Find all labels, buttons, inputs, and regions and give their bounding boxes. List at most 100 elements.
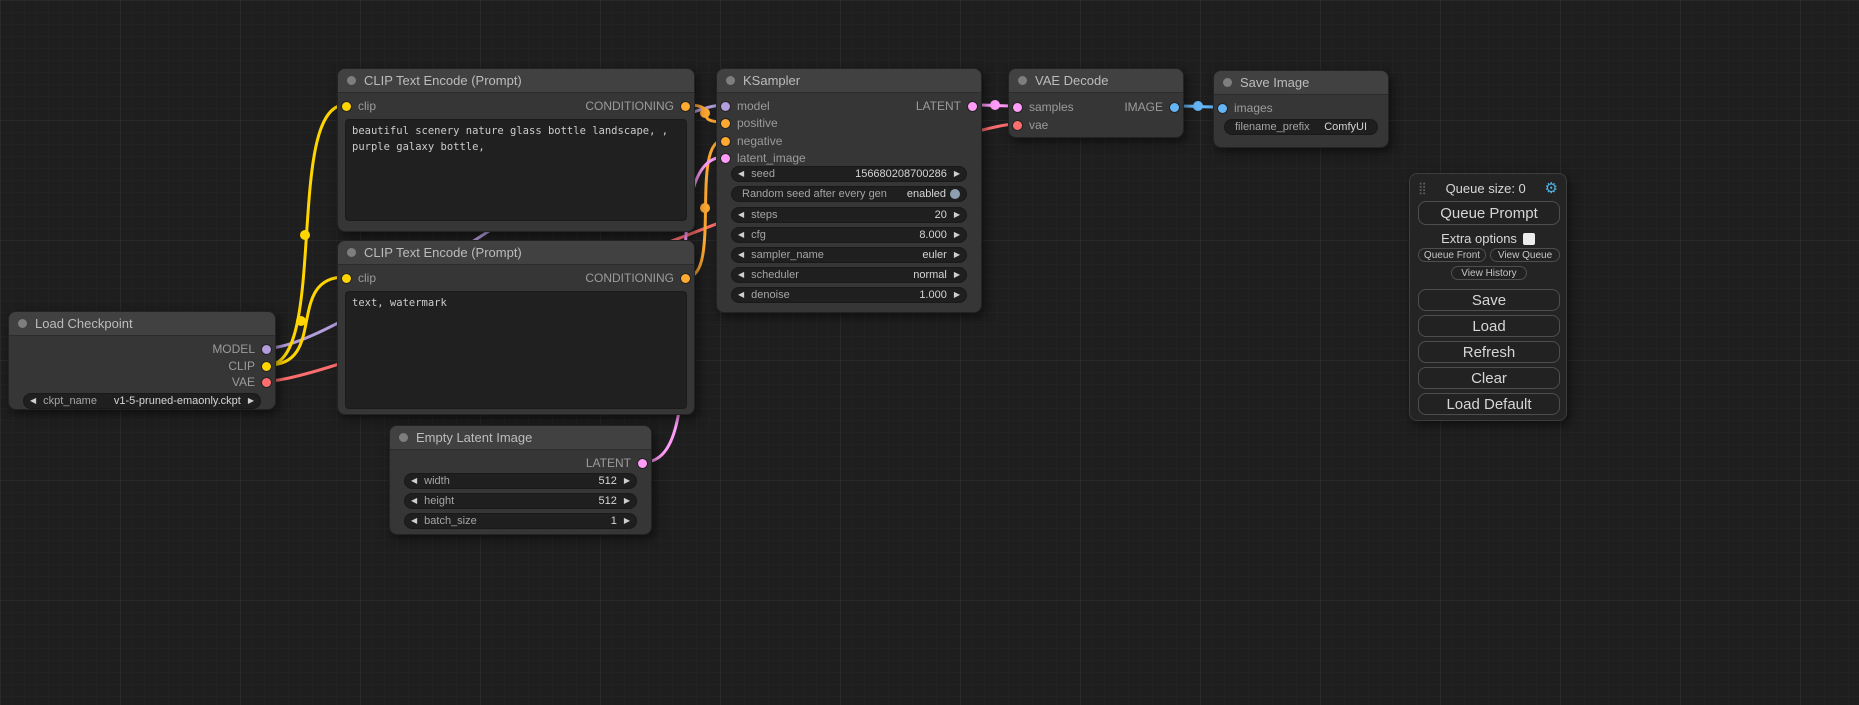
slot-vae-output: VAE (232, 374, 271, 390)
increment-arrow-icon[interactable]: ▶ (954, 231, 960, 239)
node-title-bar[interactable]: CLIP Text Encode (Prompt) (338, 241, 694, 265)
toggle-dot-icon[interactable] (950, 189, 960, 199)
decrement-arrow-icon[interactable]: ◀ (738, 170, 744, 178)
collapse-dot-icon[interactable] (347, 248, 356, 257)
increment-arrow-icon[interactable]: ▶ (954, 291, 960, 299)
port-vae-input[interactable] (1013, 121, 1022, 130)
port-latent-output[interactable] (638, 459, 647, 468)
node-graph-canvas[interactable]: Load Checkpoint MODEL CLIP VAE ◀ ckpt_na… (0, 0, 1859, 705)
widget-width[interactable]: ◀ width 512 ▶ (404, 473, 637, 489)
extra-options-checkbox[interactable] (1523, 233, 1535, 245)
decrement-arrow-icon[interactable]: ◀ (738, 211, 744, 219)
collapse-dot-icon[interactable] (1223, 78, 1232, 87)
port-conditioning-output[interactable] (681, 102, 690, 111)
slot-label: model (737, 99, 770, 113)
widget-seed[interactable]: ◀ seed 156680208700286 ▶ (731, 166, 967, 182)
wire-clip-negative[interactable] (268, 277, 345, 365)
decrement-arrow-icon[interactable]: ◀ (411, 477, 417, 485)
decrement-arrow-icon[interactable]: ◀ (738, 251, 744, 259)
node-save-image[interactable]: Save Image images filename_prefix ComfyU… (1213, 70, 1389, 148)
slot-label: latent_image (737, 151, 806, 165)
node-vae-decode[interactable]: VAE Decode samples vae IMAGE (1008, 68, 1184, 138)
port-clip-output[interactable] (262, 362, 271, 371)
port-clip-input[interactable] (342, 102, 351, 111)
clear-button[interactable]: Clear (1418, 367, 1560, 389)
port-images-input[interactable] (1218, 104, 1227, 113)
node-title-bar[interactable]: CLIP Text Encode (Prompt) (338, 69, 694, 93)
node-title-bar[interactable]: Load Checkpoint (9, 312, 275, 336)
wire-dot-latent-samples (990, 100, 1000, 110)
port-positive-input[interactable] (721, 119, 730, 128)
node-empty-latent-image[interactable]: Empty Latent Image LATENT ◀ width 512 ▶ … (389, 425, 652, 535)
slot-label: negative (737, 134, 782, 148)
refresh-button[interactable]: Refresh (1418, 341, 1560, 363)
decrement-arrow-icon[interactable]: ◀ (738, 231, 744, 239)
widget-filename-prefix[interactable]: filename_prefix ComfyUI (1224, 119, 1378, 135)
decrement-arrow-icon[interactable]: ◀ (738, 291, 744, 299)
queue-panel-header: ⣿ Queue size: 0 ⚙ (1418, 179, 1558, 197)
increment-arrow-icon[interactable]: ▶ (248, 397, 254, 405)
widget-batch-size[interactable]: ◀ batch_size 1 ▶ (404, 513, 637, 529)
port-negative-input[interactable] (721, 137, 730, 146)
decrement-arrow-icon[interactable]: ◀ (30, 397, 36, 405)
increment-arrow-icon[interactable]: ▶ (624, 477, 630, 485)
load-default-button[interactable]: Load Default (1418, 393, 1560, 415)
decrement-arrow-icon[interactable]: ◀ (411, 497, 417, 505)
slot-label: vae (1029, 118, 1048, 132)
collapse-dot-icon[interactable] (726, 76, 735, 85)
decrement-arrow-icon[interactable]: ◀ (738, 271, 744, 279)
view-queue-button[interactable]: View Queue (1490, 248, 1560, 262)
increment-arrow-icon[interactable]: ▶ (624, 517, 630, 525)
node-clip-text-encode-positive[interactable]: CLIP Text Encode (Prompt) clip CONDITION… (337, 68, 695, 232)
widget-ckpt-name[interactable]: ◀ ckpt_name v1-5-pruned-emaonly.ckpt ▶ (23, 393, 261, 409)
node-title-bar[interactable]: Save Image (1214, 71, 1388, 95)
save-button[interactable]: Save (1418, 289, 1560, 311)
settings-gear-icon[interactable]: ⚙ (1545, 181, 1558, 196)
port-latent-output[interactable] (968, 102, 977, 111)
node-title-bar[interactable]: KSampler (717, 69, 981, 93)
port-samples-input[interactable] (1013, 103, 1022, 112)
increment-arrow-icon[interactable]: ▶ (624, 497, 630, 505)
port-model-output[interactable] (262, 345, 271, 354)
increment-arrow-icon[interactable]: ▶ (954, 271, 960, 279)
prompt-textarea-negative[interactable]: text, watermark (345, 291, 687, 409)
view-history-button[interactable]: View History (1451, 266, 1527, 280)
queue-front-button[interactable]: Queue Front (1418, 248, 1486, 262)
port-clip-input[interactable] (342, 274, 351, 283)
port-image-output[interactable] (1170, 103, 1179, 112)
prompt-textarea-positive[interactable]: beautiful scenery nature glass bottle la… (345, 119, 687, 221)
collapse-dot-icon[interactable] (399, 433, 408, 442)
collapse-dot-icon[interactable] (18, 319, 27, 328)
slot-label: clip (358, 99, 376, 113)
collapse-dot-icon[interactable] (1018, 76, 1027, 85)
node-ksampler[interactable]: KSampler model positive negative latent_… (716, 68, 982, 313)
widget-value: enabled (907, 188, 946, 200)
node-title-bar[interactable]: VAE Decode (1009, 69, 1183, 93)
decrement-arrow-icon[interactable]: ◀ (411, 517, 417, 525)
queue-prompt-button[interactable]: Queue Prompt (1418, 201, 1560, 225)
node-clip-text-encode-negative[interactable]: CLIP Text Encode (Prompt) clip CONDITION… (337, 240, 695, 415)
increment-arrow-icon[interactable]: ▶ (954, 170, 960, 178)
node-load-checkpoint[interactable]: Load Checkpoint MODEL CLIP VAE ◀ ckpt_na… (8, 311, 276, 410)
drag-handle-icon[interactable]: ⣿ (1418, 181, 1427, 195)
widget-steps[interactable]: ◀ steps 20 ▶ (731, 207, 967, 223)
widget-label: denoise (751, 289, 790, 301)
increment-arrow-icon[interactable]: ▶ (954, 251, 960, 259)
port-model-input[interactable] (721, 102, 730, 111)
node-title-bar[interactable]: Empty Latent Image (390, 426, 651, 450)
slot-negative-input: negative (721, 133, 782, 149)
widget-denoise[interactable]: ◀ denoise 1.000 ▶ (731, 287, 967, 303)
port-vae-output[interactable] (262, 378, 271, 387)
port-conditioning-output[interactable] (681, 274, 690, 283)
widget-cfg[interactable]: ◀ cfg 8.000 ▶ (731, 227, 967, 243)
widget-random-seed-toggle[interactable]: Random seed after every gen enabled (731, 186, 967, 202)
widget-scheduler[interactable]: ◀ scheduler normal ▶ (731, 267, 967, 283)
load-button[interactable]: Load (1418, 315, 1560, 337)
collapse-dot-icon[interactable] (347, 76, 356, 85)
widget-sampler-name[interactable]: ◀ sampler_name euler ▶ (731, 247, 967, 263)
slot-label: CLIP (228, 359, 255, 373)
slot-label: images (1234, 101, 1273, 115)
increment-arrow-icon[interactable]: ▶ (954, 211, 960, 219)
widget-height[interactable]: ◀ height 512 ▶ (404, 493, 637, 509)
port-latent-image-input[interactable] (721, 154, 730, 163)
